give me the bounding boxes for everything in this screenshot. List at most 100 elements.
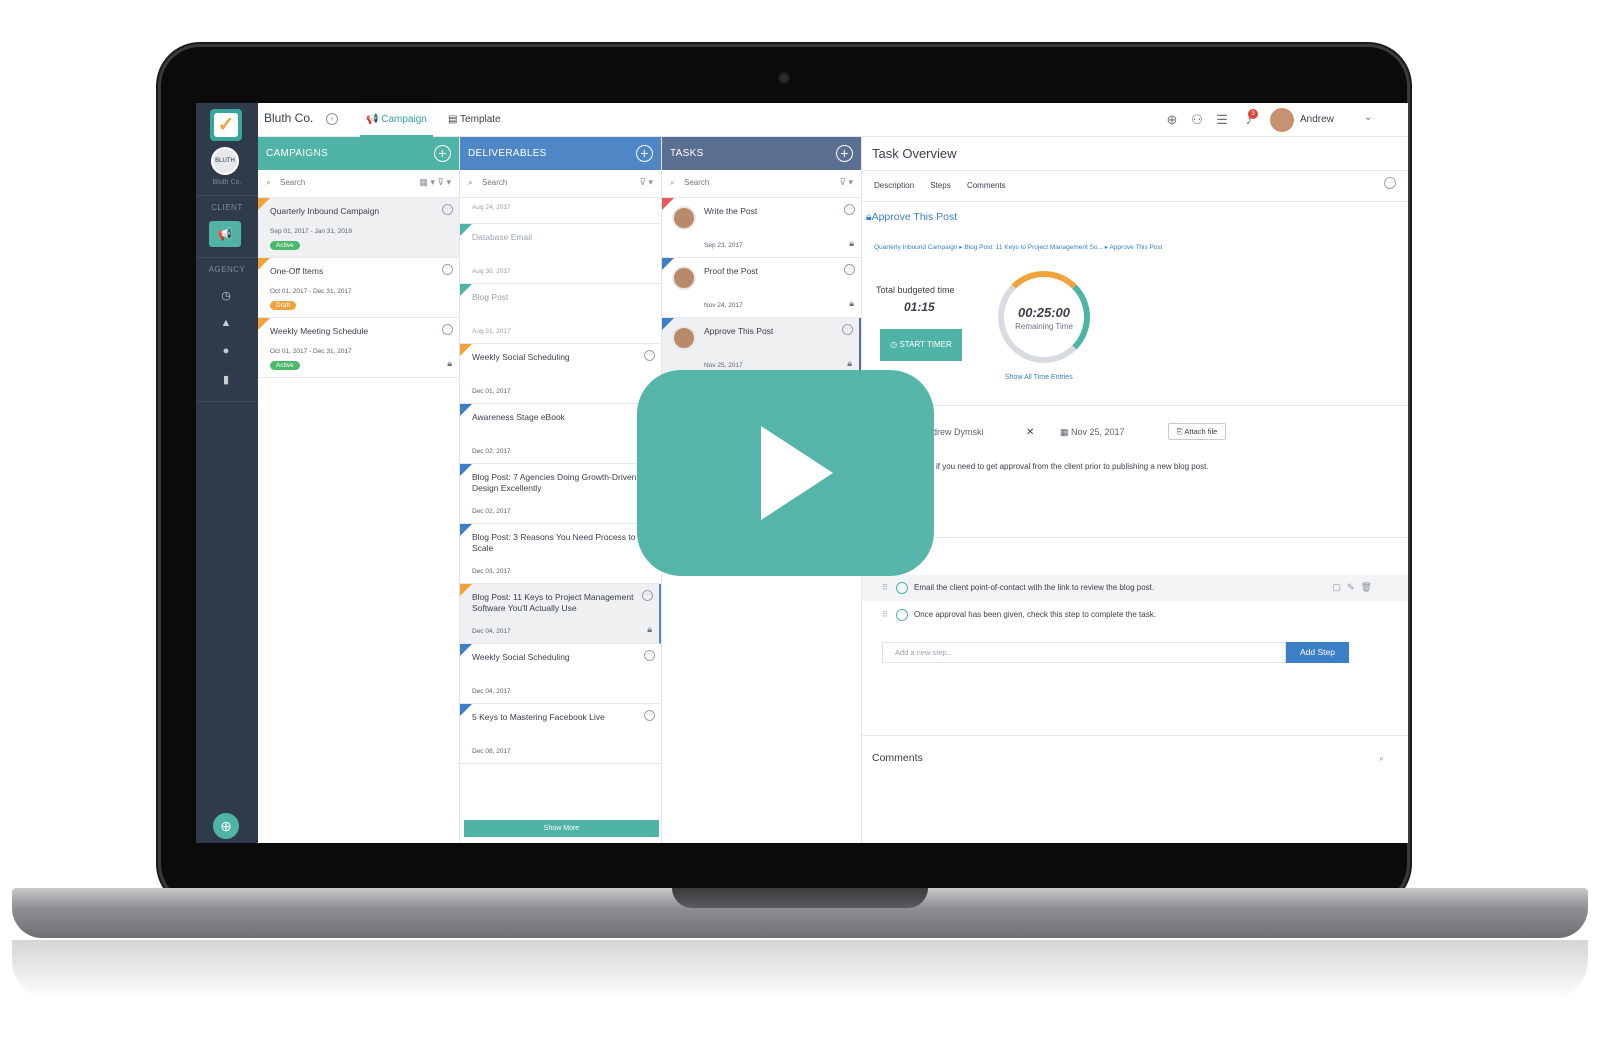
list-item[interactable]: Approve This Post ··· Nov 25, 2017 🔒︎ xyxy=(662,318,861,378)
deliverables-header: DELIVERABLES + xyxy=(460,137,661,170)
filter-icon[interactable]: ⊽ ▾ xyxy=(639,177,653,188)
team-icon[interactable]: ⚇ xyxy=(1188,111,1206,129)
add-deliverable-icon[interactable]: + xyxy=(636,145,653,162)
list-item[interactable]: Blog Post: 3 Reasons You Need Process to… xyxy=(460,524,661,584)
item-dates: Oct 01, 2017 - Dec 31, 2017 xyxy=(270,288,352,295)
tab-campaign[interactable]: 📢 Campaign xyxy=(360,103,433,137)
priority-flag xyxy=(662,318,674,330)
more-icon[interactable]: ··· xyxy=(1384,177,1396,189)
more-icon[interactable]: ··· xyxy=(844,264,855,275)
list-item[interactable]: Write the Post ··· Sep 23, 2017 🔒︎ xyxy=(662,198,861,258)
attach-file-button[interactable]: ⎘ Attach file xyxy=(1168,423,1226,440)
attach-label: Attach file xyxy=(1184,427,1218,436)
drag-handle-icon[interactable]: ⠿ xyxy=(882,583,888,592)
search-icon[interactable]: ⌕ xyxy=(1379,753,1384,764)
chevron-right-icon[interactable]: › xyxy=(326,113,338,125)
tasks-title: TASKS xyxy=(670,148,704,159)
more-icon[interactable]: ··· xyxy=(442,264,453,275)
client-name[interactable]: Bluth Co. xyxy=(196,179,258,186)
more-icon[interactable]: ··· xyxy=(442,204,453,215)
list-item[interactable]: 5 Keys to Mastering Facebook Live ··· De… xyxy=(460,704,661,764)
list-item[interactable]: Proof the Post ··· Nov 24, 2017 🔒︎ xyxy=(662,258,861,318)
more-icon[interactable]: ··· xyxy=(644,710,655,721)
close-icon[interactable]: ✕ xyxy=(1026,427,1034,438)
budget-label: Total budgeted time xyxy=(876,285,955,295)
tab-template[interactable]: ▤ Template xyxy=(442,103,507,137)
tab-campaign-label: Campaign xyxy=(381,114,427,125)
filter-icon[interactable]: ⊽ ▾ xyxy=(839,177,853,188)
more-icon[interactable]: ··· xyxy=(644,350,655,361)
lock-icon: 🔒︎ xyxy=(849,238,854,248)
more-icon[interactable]: ··· xyxy=(442,324,453,335)
step-row[interactable]: ⠿ Once approval has been given, check th… xyxy=(862,602,1408,628)
list-item[interactable]: Aug 24, 2017 xyxy=(460,198,661,224)
more-icon[interactable]: ··· xyxy=(642,590,653,601)
tasks-search-input[interactable] xyxy=(682,177,802,188)
play-video-button[interactable] xyxy=(637,370,934,576)
list-item[interactable]: One-Off Items ··· Oct 01, 2017 - Dec 31,… xyxy=(258,258,459,318)
tab-description[interactable]: Description xyxy=(874,181,914,190)
task-name[interactable]: 🔒︎Approve This Post xyxy=(866,211,957,224)
list-item[interactable]: Weekly Social Scheduling ··· Dec 04, 201… xyxy=(460,644,661,704)
drag-handle-icon[interactable]: ⠿ xyxy=(882,610,888,619)
avatar[interactable] xyxy=(1270,108,1294,132)
step-checkbox[interactable] xyxy=(896,582,908,594)
filter-icon[interactable]: ▦ ▾ ⊽ ▾ xyxy=(419,177,451,188)
due-date[interactable]: ▦ Nov 25, 2017 xyxy=(1060,427,1125,438)
tasks-header: TASKS + xyxy=(662,137,861,170)
step-actions-icon[interactable]: ▢✎🗑︎ xyxy=(1333,582,1378,593)
step-checkbox[interactable] xyxy=(896,609,908,621)
task-overview-panel: Task Overview Description Steps Comments… xyxy=(862,137,1408,843)
tab-comments[interactable]: Comments xyxy=(967,181,1006,190)
megaphone-icon[interactable]: 📢 xyxy=(209,221,241,247)
search-icon: ⌕ xyxy=(266,177,272,187)
bar-chart-icon[interactable]: ▮ xyxy=(218,373,234,386)
divider xyxy=(862,201,1408,202)
help-icon[interactable]: ⊕ xyxy=(213,813,239,839)
list-item[interactable]: Database Email Aug 30, 2017 xyxy=(460,224,661,284)
more-icon[interactable]: ··· xyxy=(644,650,655,661)
item-title: Blog Post: 3 Reasons You Need Process to… xyxy=(472,532,636,553)
notification-badge: 3 xyxy=(1248,109,1258,119)
user-name[interactable]: Andrew xyxy=(1300,114,1334,125)
priority-flag xyxy=(460,284,472,296)
client-avatar[interactable]: BLUTH xyxy=(211,147,239,175)
add-task-icon[interactable]: + xyxy=(836,145,853,162)
breadcrumb[interactable]: Quarterly Inbound Campaign ▸ Blog Post: … xyxy=(874,243,1162,251)
more-icon[interactable]: ··· xyxy=(844,204,855,215)
list-item[interactable]: Awareness Stage eBook Dec 02, 2017 xyxy=(460,404,661,464)
add-step-input[interactable]: Add a new step... xyxy=(882,642,1286,663)
priority-flag xyxy=(460,344,472,356)
list-item[interactable]: Weekly Meeting Schedule ··· Oct 01, 2017… xyxy=(258,318,459,378)
show-time-entries-link[interactable]: Show All Time Entries xyxy=(1005,374,1073,381)
add-campaign-icon[interactable]: + xyxy=(434,145,451,162)
more-icon[interactable]: ··· xyxy=(842,324,853,335)
add-icon[interactable]: ⊕ xyxy=(1163,111,1181,129)
campaigns-column: CAMPAIGNS + ⌕ ▦ ▾ ⊽ ▾ Quarterly Inbound … xyxy=(258,137,460,843)
item-date: Dec 02, 2017 xyxy=(472,508,511,515)
list-item[interactable]: Blog Post: 7 Agencies Doing Growth-Drive… xyxy=(460,464,661,524)
list-item[interactable]: Blog Post Aug 31, 2017 xyxy=(460,284,661,344)
list-icon[interactable]: ☰ xyxy=(1213,111,1231,129)
tab-steps[interactable]: Steps xyxy=(930,181,950,190)
play-icon xyxy=(761,426,833,520)
comments-title: Comments xyxy=(872,752,923,764)
clock-icon[interactable]: ◷ xyxy=(218,289,234,302)
users-icon[interactable]: ● xyxy=(218,345,234,357)
assignee-field[interactable]: drew Dymski xyxy=(932,427,984,437)
step-row[interactable]: ⠿ Email the client point-of-contact with… xyxy=(862,575,1408,601)
top-bar: Bluth Co. › 📢 Campaign ▤ Template ⊕ ⚇ ☰ … xyxy=(258,103,1408,137)
deliverables-search-input[interactable] xyxy=(480,177,600,188)
add-step-button[interactable]: Add Step xyxy=(1286,642,1349,663)
campaigns-search-input[interactable] xyxy=(278,177,398,188)
start-timer-button[interactable]: ◷ START TIMER xyxy=(880,329,962,361)
chevron-down-icon[interactable]: ⌄ xyxy=(1364,112,1372,123)
building-icon[interactable]: ▲ xyxy=(218,317,234,329)
app-logo[interactable]: ✓ xyxy=(210,109,242,141)
show-more-button[interactable]: Show More xyxy=(464,820,659,837)
list-item[interactable]: Blog Post: 11 Keys to Project Management… xyxy=(460,584,661,644)
list-item[interactable]: Weekly Social Scheduling ··· Dec 01, 201… xyxy=(460,344,661,404)
list-item[interactable]: Quarterly Inbound Campaign ··· Sep 01, 2… xyxy=(258,198,459,258)
agency-section-label: AGENCY xyxy=(208,265,246,274)
checkmark-icon: ✓ xyxy=(214,113,238,137)
